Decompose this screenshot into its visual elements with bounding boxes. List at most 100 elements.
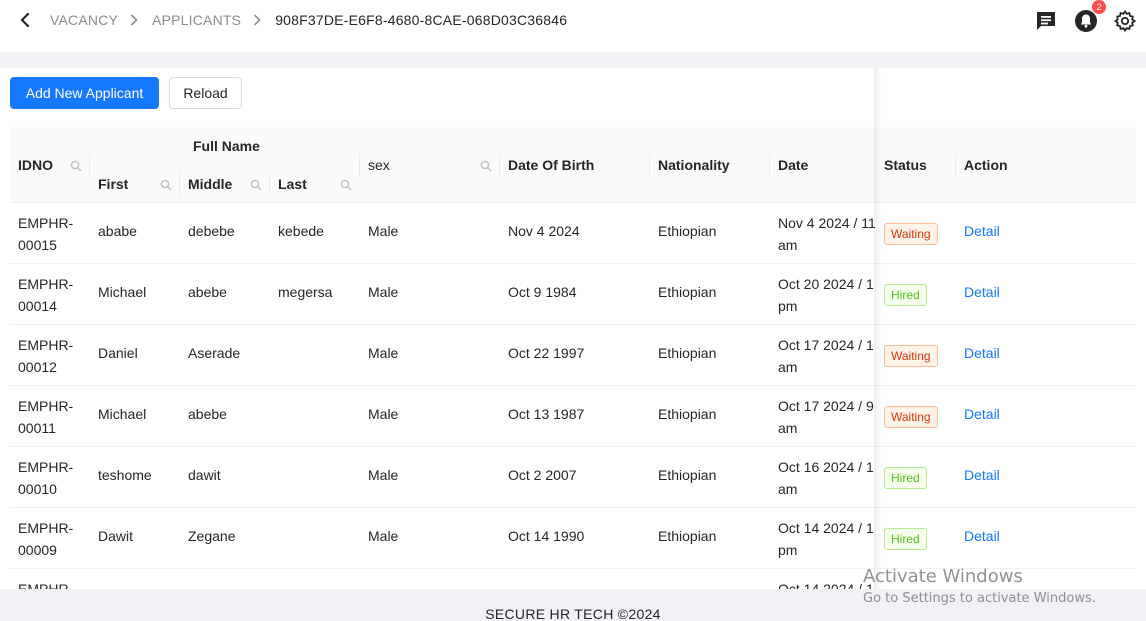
sex-cell: Male (368, 406, 399, 422)
date-cell: Oct 17 2024 / 1 am (778, 337, 874, 375)
nationality-cell: Ethiopian (658, 345, 717, 361)
status-badge: Hired (884, 528, 927, 550)
breadcrumb: VACANCY APPLICANTS 908F37DE-E6F8-4680-8C… (50, 12, 567, 28)
header-nationality: Nationality (658, 157, 730, 173)
date-cell: Oct 16 2024 / 1 am (778, 459, 874, 497)
breadcrumb-vacancy[interactable]: VACANCY (50, 12, 118, 28)
header-first: First (98, 176, 129, 192)
idno-cell: EMPHR- 00014 (18, 276, 74, 314)
idno-cell: EMPHR- 00012 (18, 337, 74, 375)
table-row: EMPHR- 00010 teshome dawit Male Oct 2 200… (10, 447, 1136, 508)
search-icon[interactable] (250, 178, 262, 191)
date-cell: Oct 14 2024 / 1 pm (778, 520, 874, 558)
gear-icon[interactable] (1113, 9, 1137, 33)
reload-button[interactable]: Reload (169, 77, 242, 109)
idno-cell: EMPHR- 00010 (18, 459, 74, 497)
middle-name-cell: abebe (188, 406, 227, 422)
header-date: Date (778, 157, 809, 173)
detail-link[interactable]: Detail (964, 406, 1000, 422)
date-cell: Oct 20 2024 / 1 pm (778, 276, 874, 314)
back-arrow-icon[interactable] (16, 11, 34, 29)
sex-cell: Male (368, 223, 399, 239)
dob-cell: Oct 13 1987 (508, 406, 585, 422)
status-badge: Hired (884, 467, 927, 489)
table-row: EMPHR- 00011 Michael abebe Male Oct 13 19… (10, 386, 1136, 447)
search-icon[interactable] (340, 178, 352, 191)
first-name-cell: ababe (98, 223, 137, 239)
middle-name-cell: debebe (188, 223, 235, 239)
header-action: Action (964, 157, 1008, 173)
middle-name-cell: abebe (188, 284, 227, 300)
header-divider (269, 173, 270, 195)
table-header: IDNO Full Name First Middle Last sex Dat… (10, 127, 1136, 203)
header-divider (359, 154, 360, 176)
dob-cell: Oct 2 2007 (508, 467, 577, 483)
watermark-subtitle: Go to Settings to activate Windows. (863, 591, 1096, 606)
nationality-cell: Ethiopian (658, 528, 717, 544)
table-row: EMPHR- 00012 Daniel Aserade Male Oct 22 1… (10, 325, 1136, 386)
detail-link[interactable]: Detail (964, 284, 1000, 300)
footer: SECURE HR TECH ©2024 (485, 606, 661, 621)
nationality-cell: Ethiopian (658, 223, 717, 239)
detail-link[interactable]: Detail (964, 528, 1000, 544)
header-full-name: Full Name (193, 138, 260, 154)
status-badge: Hired (884, 284, 927, 306)
top-bar: VACANCY APPLICANTS 908F37DE-E6F8-4680-8C… (0, 0, 1146, 52)
detail-link[interactable]: Detail (964, 223, 1000, 239)
last-name-cell: kebede (278, 223, 324, 239)
header-status: Status (884, 157, 927, 173)
header-divider (769, 154, 770, 176)
sex-cell: Male (368, 528, 399, 544)
idno-cell: EMPHR- 00009 (18, 520, 74, 558)
header-middle: Middle (188, 176, 233, 192)
header-divider (499, 154, 500, 176)
search-icon[interactable] (70, 159, 82, 172)
chevron-right-icon (253, 12, 261, 28)
sex-cell: Male (368, 467, 399, 483)
breadcrumb-current: 908F37DE-E6F8-4680-8CAE-068D03C36846 (275, 12, 568, 28)
status-badge: Waiting (884, 223, 938, 245)
header-idno: IDNO (18, 157, 53, 173)
detail-link[interactable]: Detail (964, 345, 1000, 361)
dob-cell: Oct 22 1997 (508, 345, 585, 361)
header-divider (955, 154, 956, 176)
status-badge: Waiting (884, 406, 938, 428)
dob-cell: Nov 4 2024 (508, 223, 580, 239)
header-divider (179, 173, 180, 195)
chevron-right-icon (130, 12, 138, 28)
dob-cell: Oct 14 1990 (508, 528, 585, 544)
first-name-cell: Daniel (98, 345, 138, 361)
table-row: EMPHR- 00009 Dawit Zegane Male Oct 14 199… (10, 508, 1136, 569)
status-badge: Waiting (884, 345, 938, 367)
sex-cell: Male (368, 284, 399, 300)
search-icon[interactable] (160, 178, 172, 191)
detail-link[interactable]: Detail (964, 467, 1000, 483)
first-name-cell: Michael (98, 406, 147, 422)
table-row: EMPHR- 00015 ababe debebe kebede Male Nov… (10, 203, 1136, 264)
header-divider (649, 154, 650, 176)
date-cell: Oct 17 2024 / 9 am (778, 398, 874, 436)
first-name-cell: teshome (98, 467, 152, 483)
date-cell: Nov 4 2024 / 11 am (778, 215, 876, 253)
header-dob: Date Of Birth (508, 157, 595, 173)
first-name-cell: Michael (98, 284, 147, 300)
last-name-cell: megersa (278, 284, 333, 300)
applicants-panel: Add New Applicant Reload IDNO Full Name … (0, 68, 1146, 589)
idno-cell: EMPHR- 00011 (18, 398, 74, 436)
breadcrumb-applicants[interactable]: APPLICANTS (152, 12, 241, 28)
middle-name-cell: dawit (188, 467, 221, 483)
first-name-cell: Dawit (98, 528, 134, 544)
message-icon[interactable] (1034, 9, 1058, 33)
table-row: EMPHR- 00014 Michael abebe megersa Male O… (10, 264, 1136, 325)
nationality-cell: Ethiopian (658, 284, 717, 300)
add-applicant-button[interactable]: Add New Applicant (10, 77, 159, 109)
sex-cell: Male (368, 345, 399, 361)
header-last: Last (278, 176, 307, 192)
header-divider (89, 154, 90, 176)
dob-cell: Oct 9 1984 (508, 284, 577, 300)
idno-cell: EMPHR- (18, 581, 74, 589)
middle-name-cell: Zegane (188, 528, 236, 544)
idno-cell: EMPHR- 00015 (18, 215, 74, 253)
search-icon[interactable] (480, 159, 492, 172)
activate-windows-watermark: Activate Windows Go to Settings to activ… (863, 566, 1096, 606)
